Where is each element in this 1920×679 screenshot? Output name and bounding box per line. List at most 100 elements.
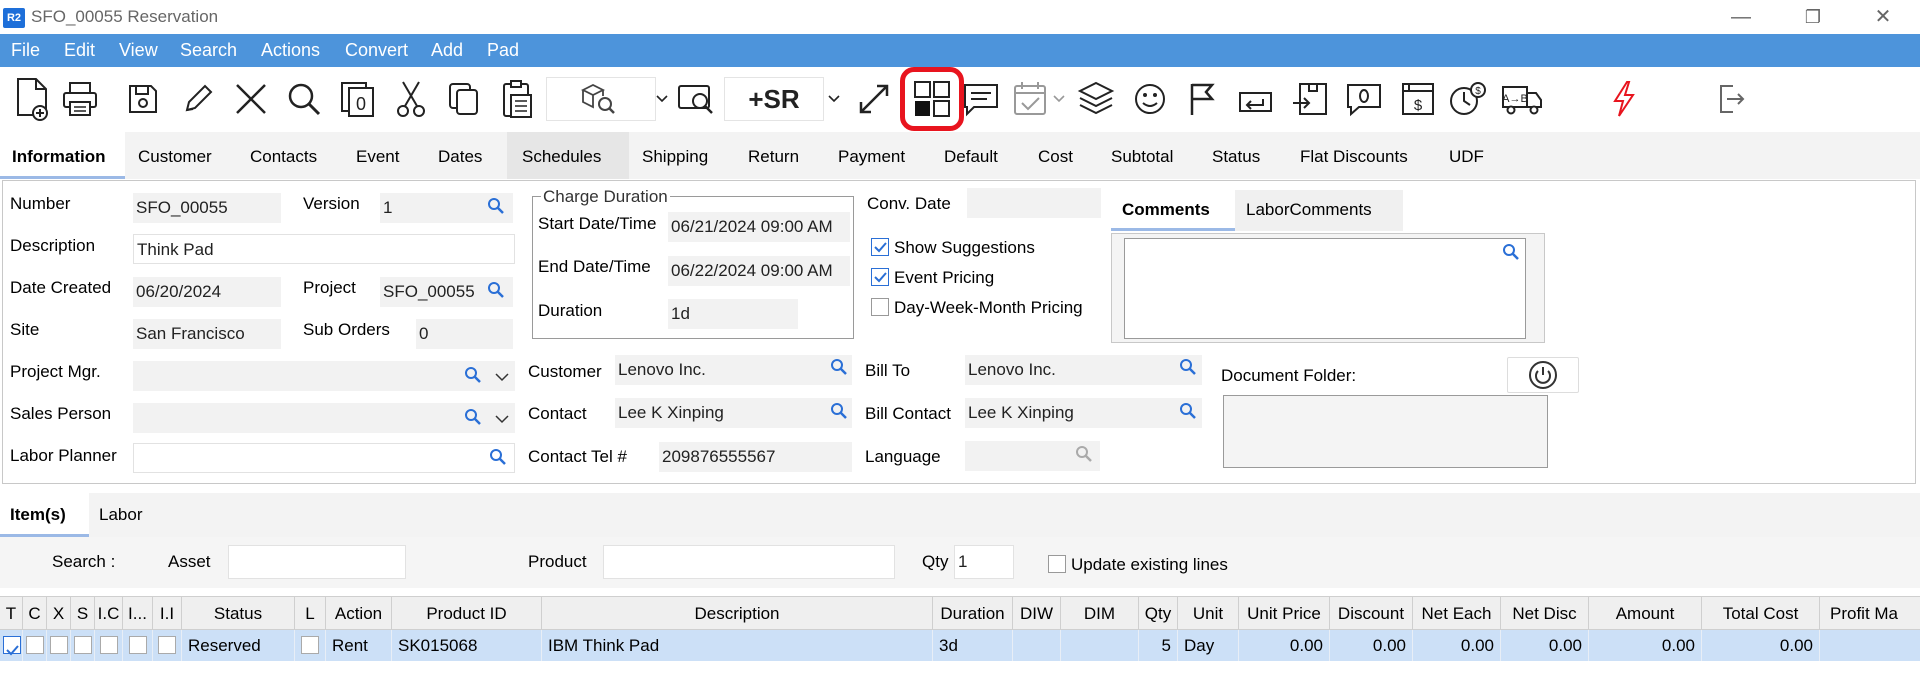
contact-tel-field[interactable]: 209876555567 xyxy=(659,442,852,472)
table-row[interactable]: Reserved Rent SK015068 IBM Think Pad 3d … xyxy=(0,630,1920,661)
delete-x-icon[interactable] xyxy=(228,75,274,123)
dwm-pricing-checkbox[interactable] xyxy=(871,298,889,316)
sales-person-field[interactable] xyxy=(133,403,515,433)
comments-textarea[interactable] xyxy=(1124,238,1526,339)
col-header-unit-price[interactable]: Unit Price xyxy=(1239,597,1330,630)
customer-field[interactable]: Lenovo Inc. xyxy=(615,355,852,385)
col-header-discount[interactable]: Discount xyxy=(1330,597,1413,630)
calendar-dropdown-arrow-icon[interactable] xyxy=(1050,75,1068,123)
document-folder-box[interactable] xyxy=(1223,395,1548,468)
restore-button[interactable]: ❐ xyxy=(1790,4,1836,30)
conv-date-field[interactable] xyxy=(967,188,1101,218)
chat-info-icon[interactable] xyxy=(1340,75,1388,123)
tab-labor-comments[interactable]: LaborComments xyxy=(1246,200,1372,220)
cell-net-disc[interactable]: 0.00 xyxy=(1501,630,1589,661)
exit-icon[interactable] xyxy=(1706,75,1754,123)
tab-flat-discounts[interactable]: Flat Discounts xyxy=(1300,147,1408,167)
menu-convert[interactable]: Convert xyxy=(345,40,408,61)
edit-pencil-icon[interactable] xyxy=(176,75,218,123)
tab-contacts[interactable]: Contacts xyxy=(250,147,317,167)
menu-file[interactable]: File xyxy=(11,40,40,61)
sub-orders-field[interactable]: 0 xyxy=(416,319,513,349)
import-icon[interactable] xyxy=(1286,75,1334,123)
bill-to-field[interactable]: Lenovo Inc. xyxy=(965,355,1202,385)
description-field[interactable]: Think Pad xyxy=(133,234,515,264)
col-header-unit[interactable]: Unit xyxy=(1178,597,1239,630)
copy-numbered-icon[interactable]: 0 xyxy=(336,75,380,123)
col-header-ii[interactable]: I.I xyxy=(153,597,182,630)
cell-duration[interactable]: 3d xyxy=(933,630,1013,661)
language-search-icon[interactable] xyxy=(1075,445,1093,463)
cell-l[interactable] xyxy=(295,630,326,661)
cell-x-checkbox[interactable] xyxy=(50,636,68,654)
menu-search[interactable]: Search xyxy=(180,40,237,61)
end-datetime-field[interactable]: 06/22/2024 09:00 AM xyxy=(668,256,850,286)
show-suggestions-checkbox[interactable] xyxy=(871,238,889,256)
menu-actions[interactable]: Actions xyxy=(261,40,320,61)
bill-contact-field[interactable]: Lee K Xinping xyxy=(965,398,1202,428)
menu-pad[interactable]: Pad xyxy=(487,40,519,61)
cell-product-id[interactable]: SK015068 xyxy=(392,630,542,661)
dropdown-arrow-icon[interactable] xyxy=(652,75,672,123)
comment-icon[interactable] xyxy=(958,75,1004,123)
col-header-duration[interactable]: Duration xyxy=(933,597,1013,630)
browser-dollar-icon[interactable]: $ xyxy=(1394,75,1442,123)
delivery-truck-icon[interactable]: A→B xyxy=(1496,75,1548,123)
cell-total-cost[interactable]: 0.00 xyxy=(1702,630,1820,661)
col-header-t[interactable]: T xyxy=(0,597,23,630)
print-icon[interactable] xyxy=(58,75,102,123)
bill-to-search-icon[interactable] xyxy=(1179,358,1197,376)
site-field[interactable]: San Francisco xyxy=(133,319,281,349)
new-sr-button[interactable]: +SR xyxy=(724,77,824,121)
tab-information[interactable]: Information xyxy=(12,147,106,167)
return-arrow-icon[interactable] xyxy=(1232,75,1280,123)
cell-amount[interactable]: 0.00 xyxy=(1589,630,1702,661)
project-mgr-field[interactable] xyxy=(133,361,515,391)
col-header-i-ellipsis[interactable]: I... xyxy=(123,597,153,630)
col-header-status[interactable]: Status xyxy=(182,597,295,630)
date-created-field[interactable]: 06/20/2024 xyxy=(133,277,281,307)
menu-edit[interactable]: Edit xyxy=(64,40,95,61)
asset-input[interactable] xyxy=(228,545,406,579)
tab-event[interactable]: Event xyxy=(356,147,399,167)
col-header-net-disc[interactable]: Net Disc xyxy=(1501,597,1589,630)
lightning-icon[interactable] xyxy=(1600,75,1648,123)
cell-ic[interactable] xyxy=(95,630,123,661)
expand-icon[interactable] xyxy=(852,75,896,123)
cell-discount[interactable]: 0.00 xyxy=(1330,630,1413,661)
tab-payment[interactable]: Payment xyxy=(838,147,905,167)
cell-i-ellipsis-checkbox[interactable] xyxy=(129,636,147,654)
contact-search-icon[interactable] xyxy=(830,402,848,420)
smiley-icon[interactable] xyxy=(1126,75,1174,123)
comments-search-icon[interactable] xyxy=(1502,243,1520,261)
tab-schedules[interactable]: Schedules xyxy=(522,147,601,167)
tab-udf[interactable]: UDF xyxy=(1449,147,1484,167)
flag-icon[interactable] xyxy=(1180,75,1224,123)
labor-planner-field[interactable] xyxy=(133,443,515,473)
sales-person-chevron-down-icon[interactable] xyxy=(494,411,510,427)
cell-s-checkbox[interactable] xyxy=(74,636,92,654)
bill-contact-search-icon[interactable] xyxy=(1179,402,1197,420)
col-header-product-id[interactable]: Product ID xyxy=(392,597,542,630)
cell-qty[interactable]: 5 xyxy=(1139,630,1178,661)
cell-c-checkbox[interactable] xyxy=(26,636,44,654)
sr-dropdown-arrow-icon[interactable] xyxy=(824,75,844,123)
cell-ii[interactable] xyxy=(153,630,182,661)
labor-planner-search-icon[interactable] xyxy=(489,448,507,466)
copy-icon[interactable] xyxy=(442,75,486,123)
event-pricing-checkbox[interactable] xyxy=(871,268,889,286)
tab-subtotal[interactable]: Subtotal xyxy=(1111,147,1173,167)
cell-ii-checkbox[interactable] xyxy=(158,636,176,654)
calendar-check-icon[interactable] xyxy=(1006,75,1054,123)
cell-status[interactable]: Reserved xyxy=(182,630,295,661)
col-header-ic[interactable]: I.C xyxy=(95,597,123,630)
cell-dim[interactable] xyxy=(1061,630,1139,661)
power-icon[interactable] xyxy=(1507,357,1579,393)
cell-t[interactable] xyxy=(0,630,23,661)
project-mgr-search-icon[interactable] xyxy=(464,366,482,384)
row-select-checkbox[interactable] xyxy=(3,636,21,656)
col-header-s[interactable]: S xyxy=(71,597,95,630)
cell-ic-checkbox[interactable] xyxy=(100,636,118,654)
col-header-profit-margin[interactable]: Profit Ma xyxy=(1820,597,1920,630)
qty-input[interactable]: 1 xyxy=(954,545,1014,579)
